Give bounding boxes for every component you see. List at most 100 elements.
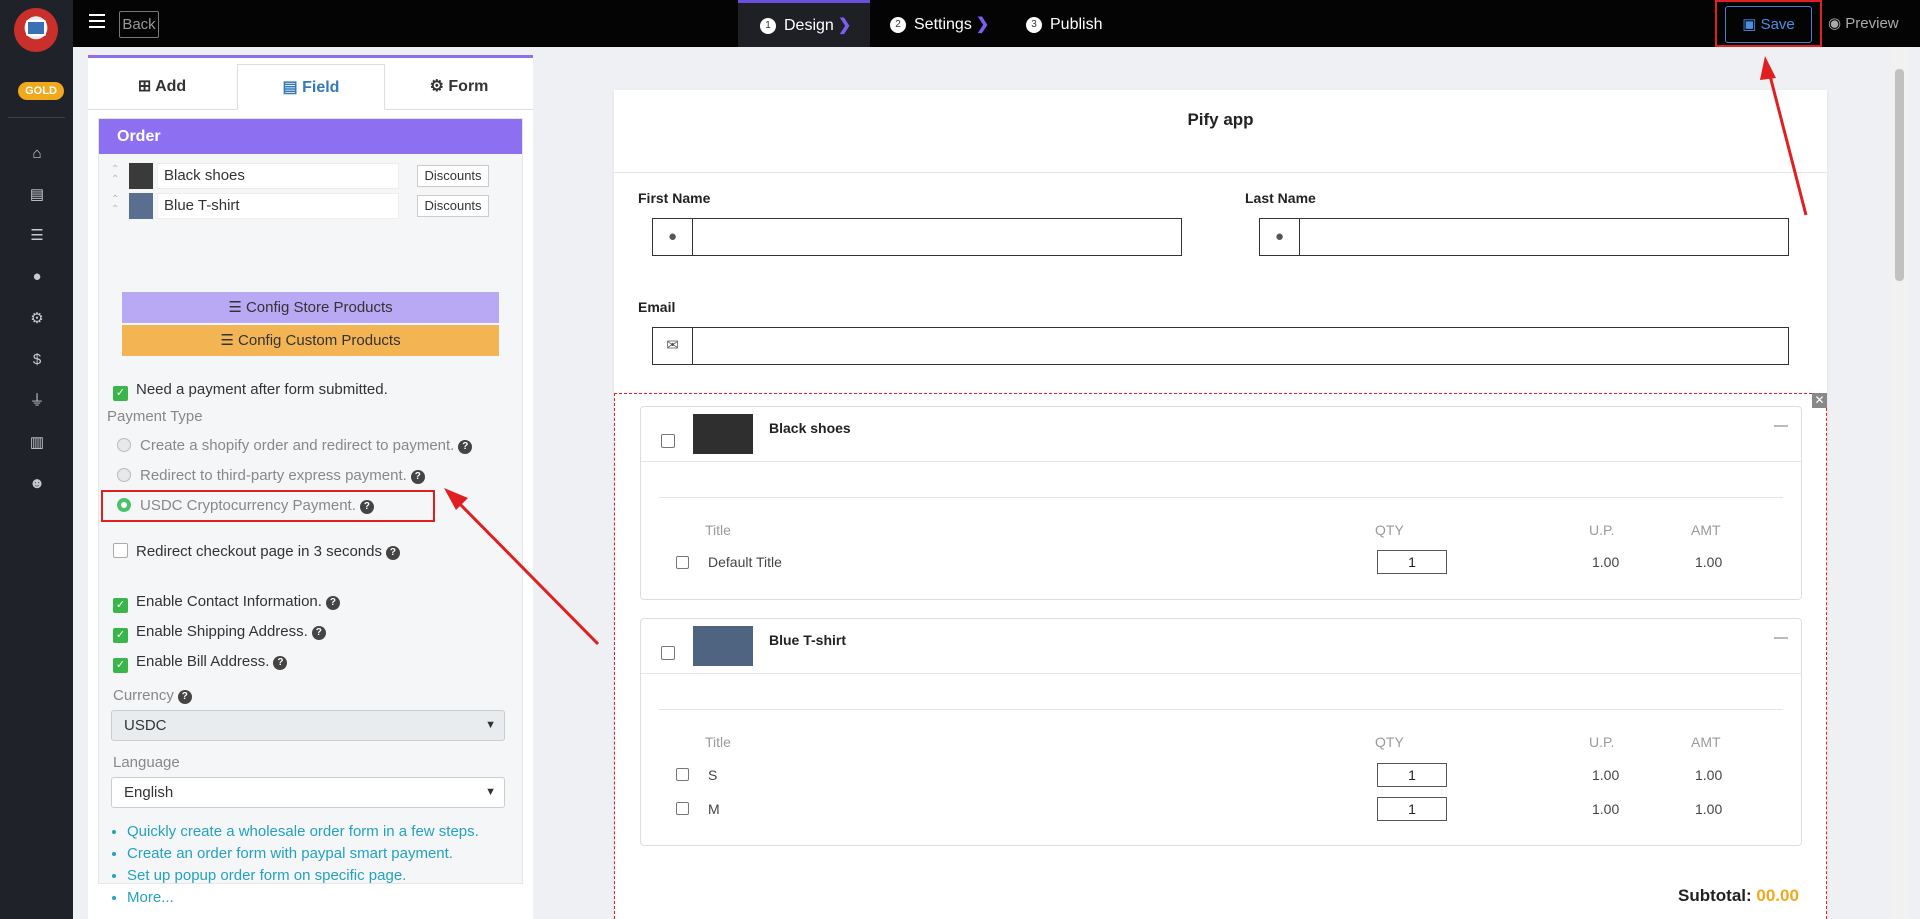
- step-design[interactable]: 1 Design ❯: [738, 0, 870, 47]
- radio-button[interactable]: [117, 468, 131, 482]
- quantity-input[interactable]: 1: [1377, 797, 1447, 821]
- help-icon[interactable]: ?: [410, 470, 425, 484]
- checkbox-checked[interactable]: ✓: [113, 628, 128, 643]
- home-icon[interactable]: ⌂: [28, 145, 46, 163]
- unit-price: 1.00: [1592, 554, 1620, 570]
- link-paypal-form[interactable]: Create an order form with paypal smart p…: [127, 843, 479, 865]
- gear-icon[interactable]: ⚙: [28, 310, 46, 328]
- config-store-products-button[interactable]: ☰ Config Store Products: [122, 292, 499, 323]
- link-wholesale-form[interactable]: Quickly create a wholesale order form in…: [127, 821, 479, 843]
- product-card-header: Black shoes: [641, 407, 1801, 462]
- checkbox-checked[interactable]: ✓: [113, 658, 128, 673]
- document-icon[interactable]: ▤: [28, 186, 46, 204]
- chevron-right-icon: ❯: [975, 16, 990, 33]
- payment-option-shopify[interactable]: Create a shopify order and redirect to p…: [117, 437, 473, 454]
- smile-icon[interactable]: ☻: [28, 475, 46, 493]
- step-publish[interactable]: 3 Publish: [1026, 0, 1116, 47]
- help-icon[interactable]: ?: [458, 440, 473, 454]
- currency-select[interactable]: USDC ▼: [111, 710, 505, 741]
- radio-button[interactable]: [117, 438, 131, 452]
- tab-field[interactable]: ▤ Field: [237, 64, 385, 110]
- file-icon[interactable]: ▥: [28, 434, 46, 452]
- plug-icon[interactable]: ⏚: [28, 392, 46, 410]
- product-card-header: Blue T-shirt: [641, 619, 1801, 674]
- dollar-icon[interactable]: $: [28, 351, 46, 369]
- product-title: Blue T-shirt: [769, 632, 847, 648]
- product-row: ⌃ ⌃ Blue T-shirt Discounts: [111, 193, 511, 219]
- divider: [659, 709, 1783, 710]
- product-name-field[interactable]: Black shoes: [157, 163, 399, 189]
- discounts-button[interactable]: Discounts: [417, 165, 489, 187]
- collapse-icon[interactable]: [1774, 637, 1788, 639]
- variant-checkbox[interactable]: [676, 802, 689, 815]
- back-button[interactable]: Back: [119, 11, 159, 38]
- currency-label: Currency?: [113, 687, 192, 704]
- redirect-checkout-option[interactable]: Redirect checkout page in 3 seconds?: [113, 543, 400, 560]
- link-popup-form[interactable]: Set up popup order form on specific page…: [127, 865, 479, 887]
- checkbox-checked[interactable]: ✓: [113, 598, 128, 613]
- variant-title: Default Title: [708, 554, 782, 570]
- tab-form[interactable]: ⚙ Form: [385, 64, 533, 110]
- usdc-highlight-box: [101, 490, 435, 522]
- divider: [614, 172, 1827, 173]
- form-title: Pify app: [1187, 110, 1254, 129]
- variant-checkbox[interactable]: [676, 768, 689, 781]
- amount: 1.00: [1695, 767, 1723, 783]
- language-select[interactable]: English ▼: [111, 777, 505, 808]
- list-icon[interactable]: ☰: [28, 227, 46, 245]
- unit-price: 1.00: [1592, 801, 1620, 817]
- config-custom-products-button[interactable]: ☰ Config Custom Products: [122, 325, 499, 356]
- help-icon[interactable]: ?: [177, 690, 192, 704]
- drag-handle-icon[interactable]: ⌃ ⌃: [111, 195, 119, 215]
- quantity-input[interactable]: 1: [1377, 763, 1447, 787]
- section-title: Order: [99, 119, 522, 154]
- help-icon[interactable]: ?: [325, 596, 340, 610]
- divider: [659, 497, 1783, 498]
- left-rail: GOLD ⌂ ▤ ☰ ● ⚙ $ ⏚ ▥ ☻: [0, 0, 73, 919]
- collapse-icon[interactable]: [1774, 425, 1788, 427]
- list-icon: ☰: [228, 299, 242, 316]
- last-name-input[interactable]: ●: [1259, 218, 1789, 256]
- link-more[interactable]: More...: [127, 887, 479, 909]
- tab-add[interactable]: ⊞ Add: [88, 64, 236, 110]
- drag-handle-icon[interactable]: ⌃ ⌃: [111, 165, 119, 185]
- product-checkbox[interactable]: [661, 434, 675, 448]
- email-input[interactable]: ✉: [652, 327, 1789, 365]
- app-logo[interactable]: [14, 8, 58, 52]
- scrollbar-thumb[interactable]: [1895, 69, 1904, 281]
- eye-icon: ◉: [1828, 15, 1842, 32]
- col-amt: AMT: [1691, 734, 1721, 750]
- product-checkbox[interactable]: [661, 646, 675, 660]
- payment-option-third-party[interactable]: Redirect to third-party express payment.…: [117, 467, 425, 484]
- variant-checkbox[interactable]: [676, 556, 689, 569]
- product-card: Black shoes Title QTY U.P. AMT Default T…: [640, 406, 1802, 600]
- table-icon: ▤: [282, 79, 298, 96]
- enable-bill-option[interactable]: ✓ Enable Bill Address.?: [113, 653, 288, 673]
- help-icon[interactable]: ?: [385, 546, 400, 560]
- help-icon[interactable]: ?: [273, 656, 288, 670]
- enable-shipping-option[interactable]: ✓ Enable Shipping Address.?: [113, 623, 326, 643]
- need-payment-option[interactable]: ✓ Need a payment after form submitted.: [113, 381, 388, 401]
- menu-icon[interactable]: [89, 14, 105, 28]
- order-section: Order ⌃ ⌃ Black shoes Discounts ⌃ ⌃ Blue T…: [98, 118, 523, 906]
- list-icon: ☰: [220, 332, 234, 349]
- product-name-field[interactable]: Blue T-shirt: [157, 193, 399, 219]
- scrollbar[interactable]: [1891, 47, 1908, 919]
- close-icon[interactable]: ✕: [1812, 393, 1827, 408]
- first-name-input[interactable]: ●: [652, 218, 1182, 256]
- plus-square-icon: ⊞: [137, 78, 152, 95]
- panel-tabs: ⊞ Add ▤ Field ⚙ Form: [88, 64, 533, 110]
- discounts-button[interactable]: Discounts: [417, 195, 489, 217]
- step-settings[interactable]: 2 Settings ❯: [890, 0, 1000, 47]
- form-preview: Pify app First Name ● Last Name ● Email …: [614, 90, 1827, 919]
- checkbox-checked[interactable]: ✓: [113, 386, 128, 401]
- help-icon[interactable]: ?: [311, 626, 326, 640]
- user-icon[interactable]: ●: [28, 268, 46, 286]
- save-button[interactable]: ▣ Save: [1725, 6, 1812, 43]
- col-qty: QTY: [1375, 734, 1404, 750]
- enable-contact-option[interactable]: ✓ Enable Contact Information.?: [113, 593, 340, 613]
- quantity-input[interactable]: 1: [1377, 550, 1447, 574]
- preview-button[interactable]: ◉ Preview: [1828, 14, 1899, 32]
- checkbox-unchecked[interactable]: [113, 543, 128, 558]
- product-card: Blue T-shirt Title QTY U.P. AMT S 1 1.00…: [640, 618, 1802, 846]
